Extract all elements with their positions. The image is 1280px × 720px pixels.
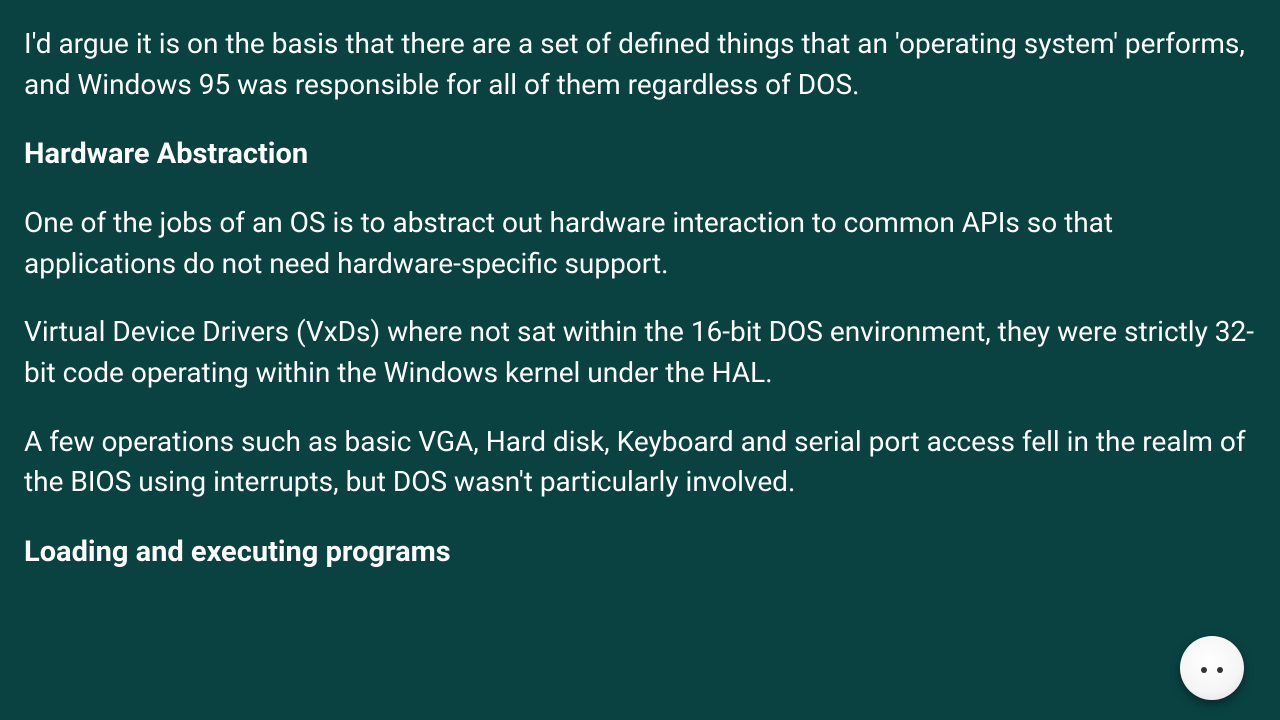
intro-paragraph: I'd argue it is on the basis that there … (24, 24, 1256, 105)
paragraph-hw-3: A few operations such as basic VGA, Hard… (24, 422, 1256, 503)
paragraph-hw-2: Virtual Device Drivers (VxDs) where not … (24, 312, 1256, 393)
paragraph-hw-1: One of the jobs of an OS is to abstract … (24, 203, 1256, 284)
heading-hardware-abstraction: Hardware Abstraction (24, 133, 1256, 175)
assistant-face-icon (1201, 667, 1223, 673)
heading-loading-executing: Loading and executing programs (24, 531, 1256, 573)
article-content: I'd argue it is on the basis that there … (24, 24, 1256, 573)
assistant-fab[interactable] (1180, 636, 1244, 700)
